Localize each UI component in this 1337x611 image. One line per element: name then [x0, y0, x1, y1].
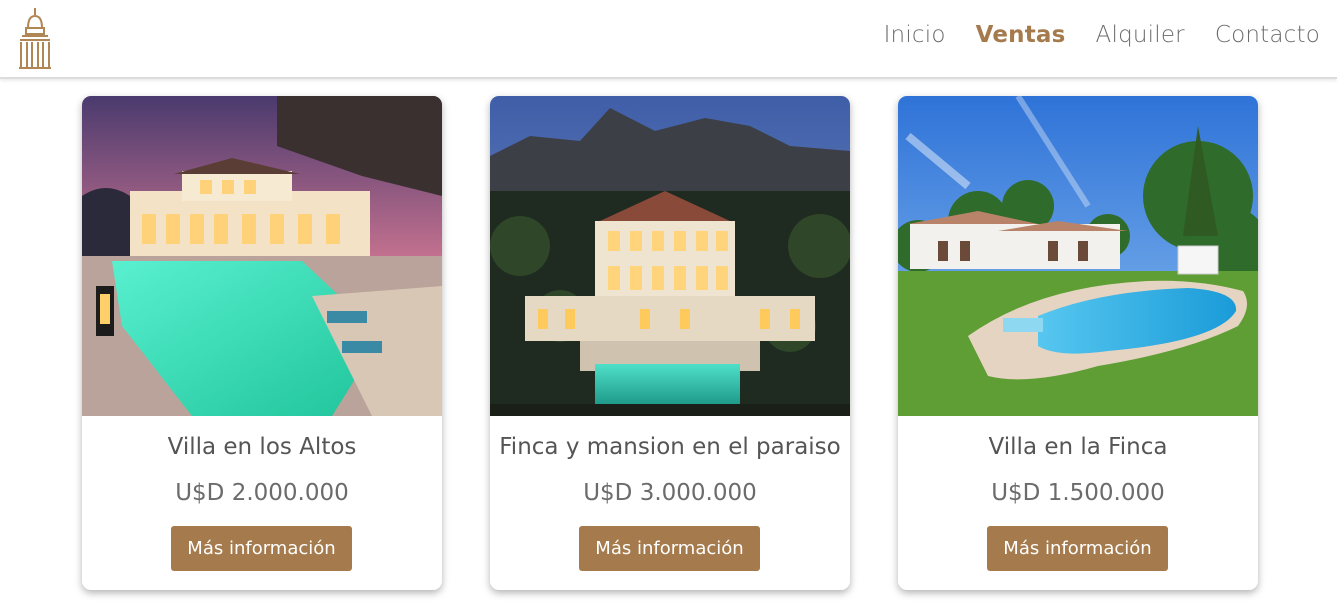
listing-title: Finca y mansion en el paraiso: [499, 434, 841, 460]
villa-pool-sunset-photo: [82, 96, 442, 416]
villa-garden-pool-day-photo: [898, 96, 1258, 416]
site-header: Inicio Ventas Alquiler Contacto: [0, 0, 1337, 79]
listing-card: Villa en los Altos U$D 2.000.000 Más inf…: [82, 96, 442, 590]
nav-ventas[interactable]: Ventas: [976, 22, 1066, 48]
listing-card: Villa en la Finca U$D 1.500.000 Más info…: [898, 96, 1258, 590]
main-nav: Inicio Ventas Alquiler Contacto: [884, 22, 1320, 48]
nav-inicio[interactable]: Inicio: [884, 22, 946, 48]
listing-price: U$D 3.000.000: [583, 480, 757, 506]
listing-price: U$D 1.500.000: [991, 480, 1165, 506]
more-info-button[interactable]: Más información: [579, 526, 760, 571]
listing-price: U$D 2.000.000: [175, 480, 349, 506]
more-info-button[interactable]: Más información: [987, 526, 1168, 571]
nav-contacto[interactable]: Contacto: [1215, 22, 1320, 48]
listing-title: Villa en la Finca: [988, 434, 1168, 460]
more-info-button[interactable]: Más información: [171, 526, 352, 571]
listing-card: Finca y mansion en el paraiso U$D 3.000.…: [490, 96, 850, 590]
nav-alquiler[interactable]: Alquiler: [1096, 22, 1185, 48]
mansion-mountain-night-photo: [490, 96, 850, 416]
listing-title: Villa en los Altos: [167, 434, 357, 460]
building-dome-icon[interactable]: [17, 8, 53, 70]
